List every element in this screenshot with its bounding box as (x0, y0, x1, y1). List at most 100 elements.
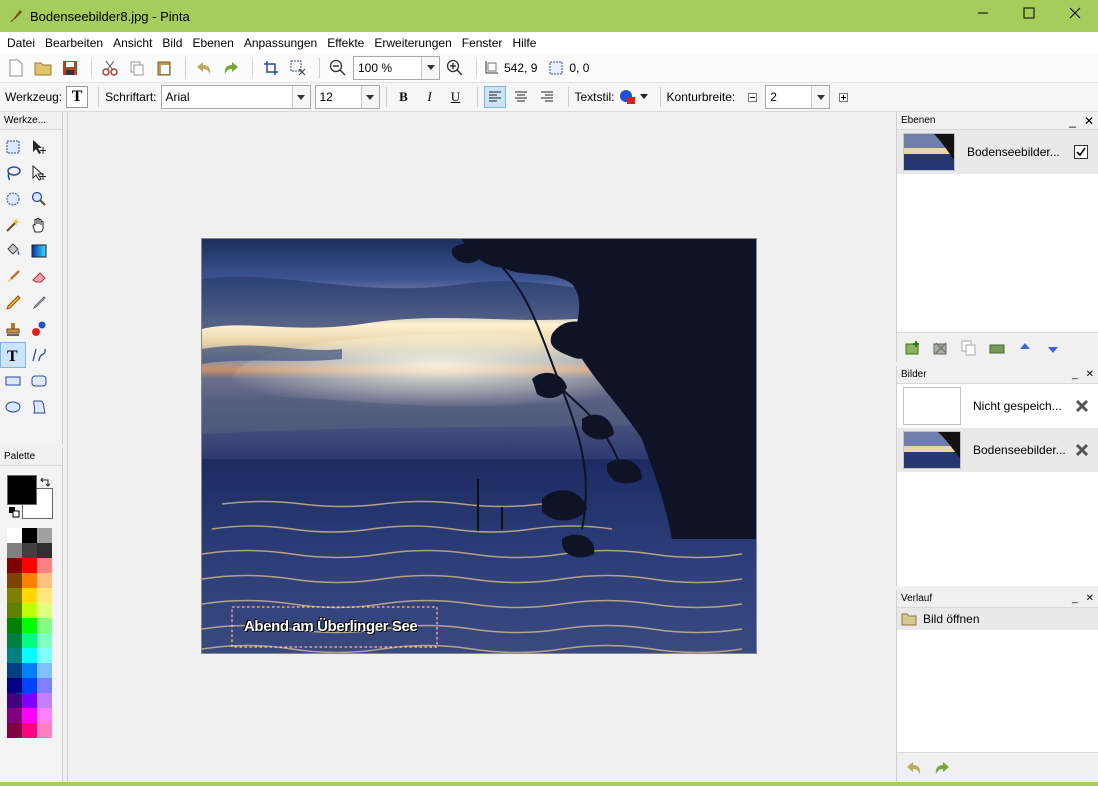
menu-anpassungen[interactable]: Anpassungen (239, 36, 322, 50)
palette-swatch[interactable] (7, 708, 22, 723)
palette-swatch[interactable] (7, 648, 22, 663)
rectangle-tool[interactable] (0, 368, 26, 394)
color-picker-tool[interactable] (26, 290, 52, 316)
swap-colors-icon[interactable] (39, 476, 51, 488)
bold-button[interactable]: B (393, 86, 415, 108)
align-right-button[interactable] (536, 86, 558, 108)
palette-swatch[interactable] (7, 558, 22, 573)
palette-swatch[interactable] (22, 618, 37, 633)
underline-button[interactable]: U (445, 86, 467, 108)
palette-swatch[interactable] (7, 723, 22, 738)
palette-swatch[interactable] (7, 663, 22, 678)
italic-button[interactable]: I (419, 86, 441, 108)
palette-swatch[interactable] (22, 588, 37, 603)
paste-button[interactable] (152, 56, 176, 80)
menu-datei[interactable]: Datei (2, 36, 40, 50)
palette-swatch[interactable] (22, 708, 37, 723)
zoom-tool[interactable] (26, 186, 52, 212)
reset-colors-icon[interactable] (8, 506, 20, 518)
palette-swatch[interactable] (22, 648, 37, 663)
redo-button[interactable] (219, 56, 243, 80)
menu-effekte[interactable]: Effekte (322, 36, 369, 50)
save-button[interactable] (58, 56, 82, 80)
maximize-button[interactable] (1006, 0, 1052, 26)
image-row[interactable]: Nicht gespeich... (897, 384, 1098, 428)
palette-swatch[interactable] (7, 603, 22, 618)
palette-swatch[interactable] (7, 693, 22, 708)
palette-swatch[interactable] (22, 603, 37, 618)
palette-swatch[interactable] (22, 558, 37, 573)
font-size-combo[interactable]: 12 (314, 85, 380, 109)
palette-swatch[interactable] (22, 633, 37, 648)
chevron-down-icon[interactable] (360, 86, 379, 108)
zoom-out-button[interactable] (326, 56, 350, 80)
palette-swatch[interactable] (37, 573, 52, 588)
merge-layer-icon[interactable] (989, 340, 1005, 356)
layer-visibility-checkbox[interactable] (1074, 145, 1088, 159)
ellipse-tool[interactable] (0, 394, 26, 420)
minimize-panel-icon[interactable]: _ (1072, 369, 1078, 380)
menu-ebenen[interactable]: Ebenen (187, 36, 238, 50)
chevron-down-icon[interactable] (291, 86, 310, 108)
palette-swatch[interactable] (7, 588, 22, 603)
close-panel-icon[interactable]: ✕ (1086, 593, 1094, 604)
chevron-down-icon[interactable] (421, 56, 439, 79)
canvas-text-layer[interactable]: Abend am Überlinger See (244, 618, 418, 635)
pan-tool[interactable] (26, 212, 52, 238)
paint-bucket-tool[interactable] (0, 238, 26, 264)
gradient-tool[interactable] (26, 238, 52, 264)
line-curve-tool[interactable] (26, 342, 52, 368)
recolor-tool[interactable] (26, 316, 52, 342)
undo-button[interactable] (192, 56, 216, 80)
palette-swatch[interactable] (22, 723, 37, 738)
menu-bild[interactable]: Bild (157, 36, 187, 50)
outline-increase-button[interactable] (836, 85, 850, 109)
minimize-panel-icon[interactable]: _ (1069, 114, 1076, 128)
palette-swatch[interactable] (7, 573, 22, 588)
palette-swatch[interactable] (37, 663, 52, 678)
zoom-in-button[interactable] (443, 56, 467, 80)
duplicate-layer-icon[interactable] (961, 340, 977, 356)
align-left-button[interactable] (483, 86, 506, 108)
open-button[interactable] (31, 56, 55, 80)
move-selection-tool[interactable] (26, 160, 52, 186)
palette-swatch[interactable] (22, 678, 37, 693)
palette-swatch[interactable] (37, 723, 52, 738)
palette-swatch[interactable] (7, 633, 22, 648)
palette-swatch[interactable] (37, 558, 52, 573)
copy-button[interactable] (125, 56, 149, 80)
palette-swatch[interactable] (22, 528, 37, 543)
crop-button[interactable] (259, 56, 283, 80)
move-layer-up-icon[interactable] (1017, 340, 1033, 356)
cut-button[interactable] (98, 56, 122, 80)
zoom-combo[interactable]: 100 % (353, 55, 440, 80)
menu-bearbeiten[interactable]: Bearbeiten (40, 36, 108, 50)
clone-stamp-tool[interactable] (0, 316, 26, 342)
pencil-tool[interactable] (0, 290, 26, 316)
palette-swatch[interactable] (37, 678, 52, 693)
palette-swatch[interactable] (22, 663, 37, 678)
paintbrush-tool[interactable] (0, 264, 26, 290)
close-window-button[interactable] (1052, 0, 1098, 26)
palette-swatch[interactable] (22, 543, 37, 558)
history-undo-icon[interactable] (905, 760, 923, 776)
minimize-panel-icon[interactable]: _ (1072, 593, 1078, 604)
align-center-button[interactable] (510, 86, 532, 108)
image-canvas[interactable]: Abend am Überlinger See (201, 238, 757, 654)
chevron-down-icon[interactable] (811, 86, 830, 108)
palette-swatch[interactable] (22, 573, 37, 588)
outline-width-combo[interactable]: 2 (765, 85, 831, 109)
rectangle-select-tool[interactable] (0, 134, 26, 160)
close-image-icon[interactable] (1074, 398, 1090, 414)
move-selected-tool[interactable] (26, 134, 52, 160)
palette-swatch[interactable] (37, 648, 52, 663)
new-button[interactable] (4, 56, 28, 80)
palette-swatch[interactable] (37, 618, 52, 633)
minimize-button[interactable] (960, 0, 1006, 26)
menu-fenster[interactable]: Fenster (457, 36, 508, 50)
rounded-rectangle-tool[interactable] (26, 368, 52, 394)
magic-wand-tool[interactable] (0, 212, 26, 238)
palette-swatch[interactable] (7, 543, 22, 558)
close-image-icon[interactable] (1074, 442, 1090, 458)
history-item[interactable]: Bild öffnen (897, 608, 1098, 630)
